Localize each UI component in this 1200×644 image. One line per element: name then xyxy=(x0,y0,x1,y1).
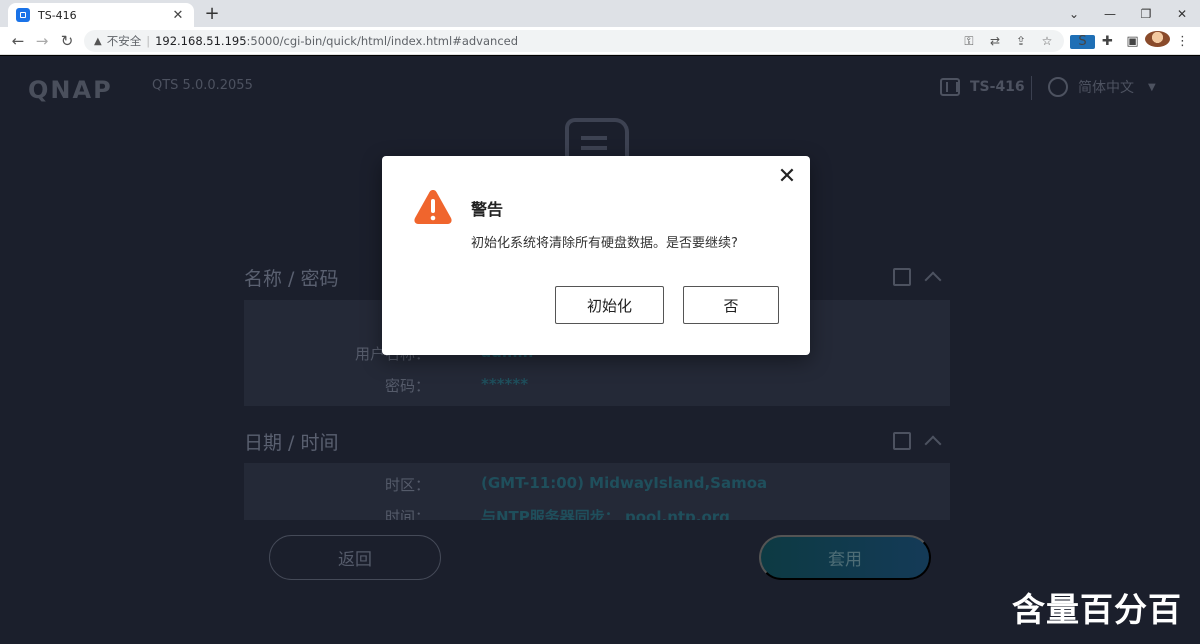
not-secure-label[interactable]: 不安全 xyxy=(107,33,142,49)
nas-device-icon xyxy=(940,78,960,96)
url-host: 192.168.51.195 xyxy=(155,34,247,48)
profile-avatar[interactable] xyxy=(1145,31,1170,51)
chevron-up-icon[interactable] xyxy=(924,435,942,453)
browser-tab[interactable]: TS-416 ✕ xyxy=(8,3,194,27)
window-controls: ⌄ — ❐ ✕ xyxy=(1056,0,1200,27)
chevron-down-icon: ▼ xyxy=(1148,81,1156,93)
key-icon[interactable]: ⚿ xyxy=(956,34,982,49)
apply-button[interactable]: 套用 xyxy=(759,535,931,580)
globe-icon xyxy=(1048,77,1068,97)
browser-menu-icon[interactable]: ⋮ xyxy=(1170,34,1195,49)
translate-icon[interactable]: ⇄ xyxy=(982,34,1008,48)
back-button[interactable]: 返回 xyxy=(269,535,441,580)
url-separator: | xyxy=(146,34,151,48)
warning-icon xyxy=(414,190,452,224)
language-selector[interactable]: 简体中文 ▼ xyxy=(1048,77,1156,97)
row-label-timezone: 时区： xyxy=(384,476,430,494)
row-value-password: ****** xyxy=(481,375,529,393)
edit-icon[interactable] xyxy=(893,432,911,450)
omnibox-actions: ⚿ ⇄ ⇪ ☆ xyxy=(956,30,1060,52)
model-label: TS-416 xyxy=(970,79,1025,95)
not-secure-warning-icon[interactable]: ▲ xyxy=(94,36,102,47)
reload-icon[interactable]: ↻ xyxy=(57,31,77,51)
address-bar[interactable]: ▲ 不安全 | 192.168.51.195 :5000/cgi-bin/qui… xyxy=(84,30,1064,52)
minimize-icon[interactable]: — xyxy=(1092,0,1128,27)
window-close-icon[interactable]: ✕ xyxy=(1164,0,1200,27)
close-icon[interactable]: ✕ xyxy=(776,166,798,188)
edit-icon[interactable] xyxy=(893,268,911,286)
dialog-title: 警告 xyxy=(471,200,504,219)
tab-close-icon[interactable]: ✕ xyxy=(170,8,186,23)
new-tab-button[interactable]: + xyxy=(202,4,222,24)
browser-toolbar: ← → ↻ ▲ 不安全 | 192.168.51.195 :5000/cgi-b… xyxy=(0,27,1200,55)
chevron-up-icon[interactable] xyxy=(924,271,942,289)
row-value-timezone: (GMT-11:00) MidwayIsland,Samoa xyxy=(481,474,768,492)
no-button[interactable]: 否 xyxy=(683,286,779,324)
watermark-text: 含量百分百 xyxy=(1012,590,1182,629)
qnap-logo: QNAP xyxy=(28,76,113,104)
extension-bar: S ✚ ▣ ⋮ xyxy=(1070,31,1195,51)
extension-s-icon[interactable]: S xyxy=(1070,34,1095,49)
initialize-button[interactable]: 初始化 xyxy=(555,286,664,324)
firmware-version: QTS 5.0.0.2055 xyxy=(152,78,253,93)
qnap-favicon-icon xyxy=(16,8,30,22)
language-label: 简体中文 xyxy=(1078,80,1134,96)
puzzle-extensions-icon[interactable]: ✚ xyxy=(1095,34,1120,49)
forward-arrow-icon[interactable]: → xyxy=(32,31,52,51)
bookmark-star-icon[interactable]: ☆ xyxy=(1034,34,1060,48)
model-indicator: TS-416 xyxy=(940,78,1025,96)
row-label-time: 时间： xyxy=(384,508,430,520)
browser-tab-bar: TS-416 ✕ + ⌄ — ❐ ✕ xyxy=(0,0,1200,27)
row-value-time: 与NTP服务器同步： pool.ntp.org xyxy=(481,508,730,520)
restore-icon[interactable]: ❐ xyxy=(1128,0,1164,27)
tab-search-icon[interactable]: ⌄ xyxy=(1056,0,1092,27)
panel-date-time: 时区： (GMT-11:00) MidwayIsland,Samoa 时间： 与… xyxy=(244,463,950,520)
section-actions-name-password xyxy=(893,268,942,289)
url-path: :5000/cgi-bin/quick/html/index.html#adva… xyxy=(246,34,519,48)
share-icon[interactable]: ⇪ xyxy=(1008,34,1034,48)
back-arrow-icon[interactable]: ← xyxy=(8,31,28,51)
warning-dialog: ✕ 警告 初始化系统将清除所有硬盘数据。是否要继续? 初始化 否 xyxy=(382,156,810,355)
dialog-message: 初始化系统将清除所有硬盘数据。是否要继续? xyxy=(471,236,738,251)
section-title-date-time: 日期 / 时间 xyxy=(244,432,339,454)
section-title-name-password: 名称 / 密码 xyxy=(244,268,339,290)
header-divider xyxy=(1031,76,1032,100)
row-label-password: 密码： xyxy=(384,377,430,395)
tab-title: TS-416 xyxy=(38,8,77,22)
side-panel-icon[interactable]: ▣ xyxy=(1120,34,1145,49)
section-actions-date-time xyxy=(893,432,942,453)
